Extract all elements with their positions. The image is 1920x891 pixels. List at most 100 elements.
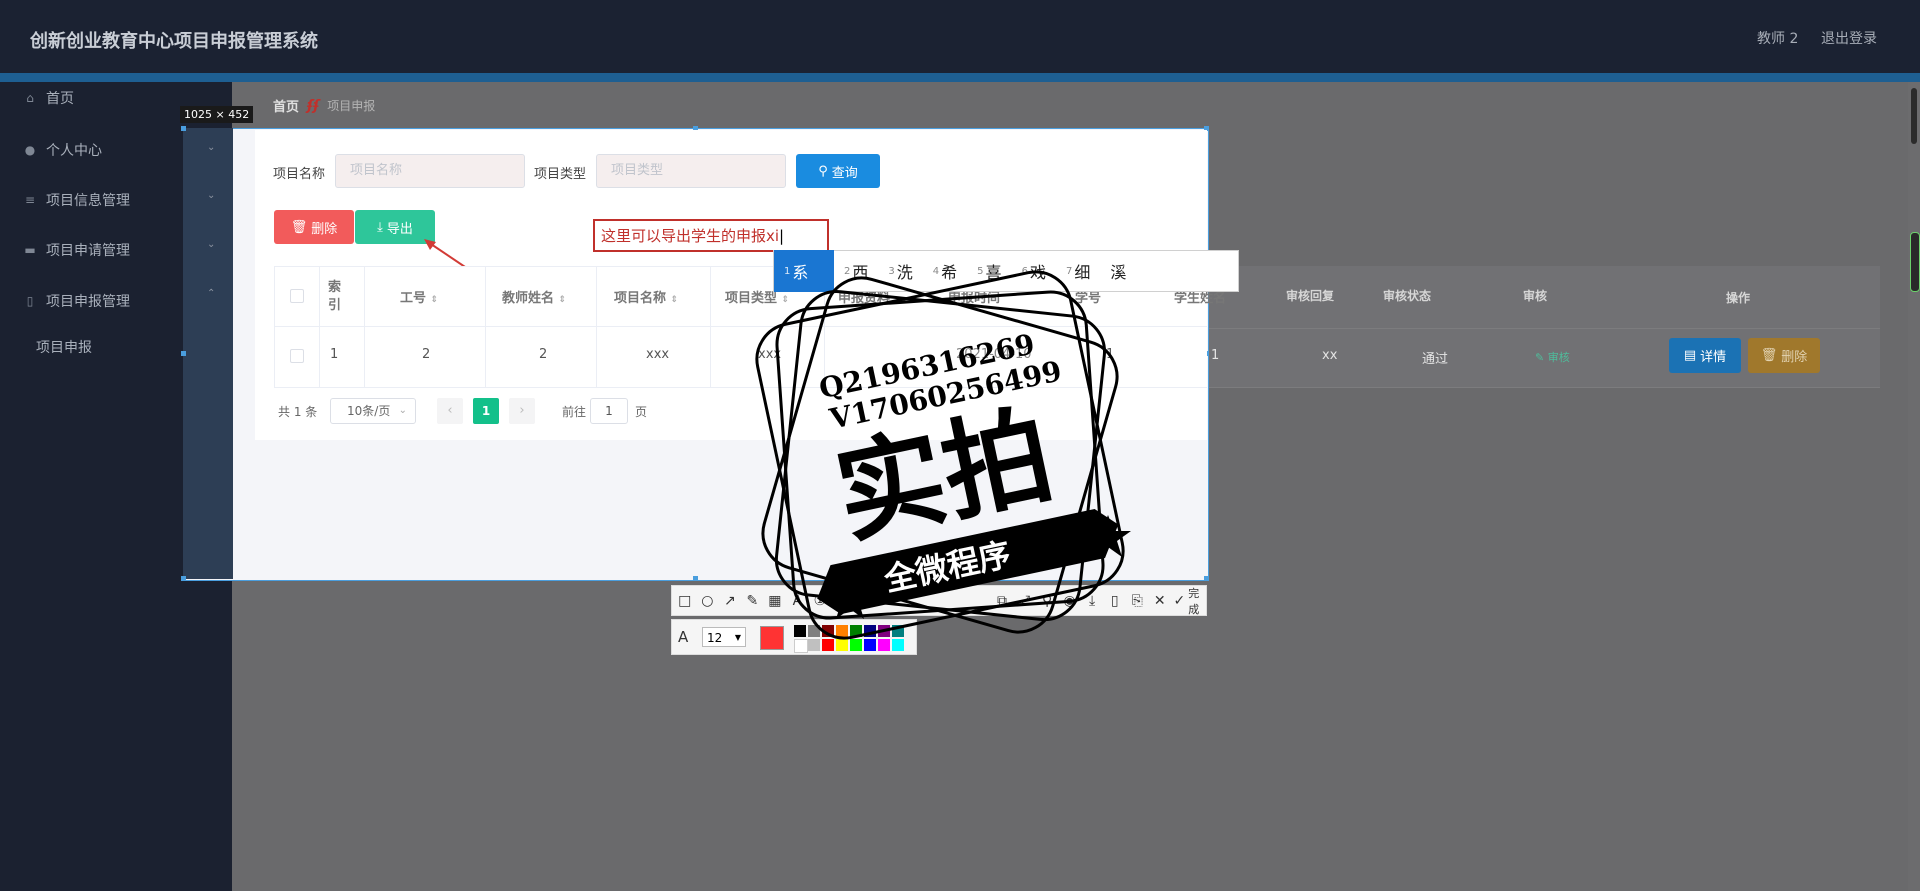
page-size-value: 10条/页: [347, 404, 391, 418]
resize-handle[interactable]: [181, 351, 186, 356]
sidebar-item-project-apply[interactable]: ▬ 项目申请管理: [22, 240, 130, 260]
annotation-textbox[interactable]: 这里可以导出学生的申报xi |: [593, 219, 829, 252]
phone-icon: ▯: [26, 294, 34, 308]
watermark-stamp: Q2196316269 V17060256499 实拍 全微程序: [755, 270, 1131, 640]
page-scrollbar[interactable]: [1908, 82, 1920, 891]
cell-teacher: 2: [539, 347, 548, 362]
trash-icon: 🗑: [1760, 348, 1778, 363]
prev-page-button[interactable]: ‹: [437, 398, 463, 424]
header-review[interactable]: 审核: [1523, 287, 1547, 304]
detail-button-label: 详情: [1700, 350, 1727, 365]
logout-link[interactable]: 退出登录: [1821, 28, 1877, 48]
top-bar-stripe: [0, 73, 1920, 82]
breadcrumb-home[interactable]: 首页: [273, 96, 299, 115]
cell-staff-no: 2: [422, 347, 431, 362]
menu-icon: ≡: [24, 193, 36, 207]
header-teacher-name[interactable]: 教师姓名 ⇕: [502, 287, 566, 306]
delete-button-label: 删除: [311, 221, 338, 237]
rectangle-tool-icon[interactable]: □: [675, 590, 695, 612]
goto-label: 前往: [562, 405, 587, 419]
col-sep: [485, 266, 486, 388]
sort-icon[interactable]: ⇕: [671, 295, 679, 305]
col-sep: [596, 266, 597, 388]
header-index: 索引: [328, 280, 342, 313]
chevron-down-icon[interactable]: ⌄: [207, 142, 215, 153]
sort-icon[interactable]: ⇕: [559, 295, 567, 305]
review-link[interactable]: ✎ 审核: [1535, 349, 1570, 365]
selection-sidebar-strip: ⌄ ⌄ ⌄ ⌃: [183, 128, 233, 579]
project-name-label: 项目名称: [273, 167, 326, 182]
document-icon: ▬: [24, 243, 36, 257]
select-all-checkbox[interactable]: [290, 289, 304, 303]
user-icon: ●: [24, 143, 36, 157]
sort-icon[interactable]: ⇕: [431, 295, 439, 305]
trash-icon: 🗑: [290, 219, 308, 235]
header-review-status[interactable]: 审核状态: [1383, 287, 1431, 304]
sidebar-item-label: 个人中心: [46, 143, 102, 159]
resize-handle[interactable]: [181, 126, 186, 131]
page-size-select[interactable]: 10条/页 ⌄: [330, 398, 416, 424]
row-delete-label: 删除: [1781, 350, 1808, 365]
breadcrumb-current: 项目申报: [327, 99, 376, 113]
chevron-down-icon[interactable]: ⌄: [207, 239, 215, 250]
cell-project: xxx: [646, 347, 670, 362]
sidebar-item-label: 首页: [46, 91, 74, 107]
project-type-label: 项目类型: [534, 167, 587, 182]
row-checkbox[interactable]: [290, 349, 304, 363]
header-review-reply[interactable]: 审核回复: [1286, 287, 1334, 304]
ellipse-tool-icon[interactable]: ○: [698, 590, 718, 612]
next-page-button[interactable]: ›: [509, 398, 535, 424]
detail-button[interactable]: ▤ 详情: [1669, 338, 1741, 373]
cell-review-reply: xx: [1322, 348, 1338, 363]
annotation-text: 这里可以导出学生的申报xi: [601, 227, 780, 245]
breadcrumb: 首页 ʄʄ 项目申报: [273, 96, 376, 116]
cell-review-status: 通过: [1422, 352, 1449, 367]
sidebar-item-home[interactable]: ⌂ 首页: [22, 88, 74, 108]
cell-index: 1: [330, 347, 339, 362]
sidebar-item-label: 项目信息管理: [46, 193, 130, 209]
sidebar-item-label: 项目申报管理: [46, 294, 130, 310]
goto-page-input[interactable]: 1: [590, 398, 628, 424]
export-button-label: 导出: [386, 221, 413, 237]
chevron-down-icon[interactable]: ⌄: [207, 190, 215, 201]
resize-handle[interactable]: [1204, 576, 1209, 581]
search-icon: ⚲: [818, 163, 828, 179]
resize-handle[interactable]: [181, 576, 186, 581]
sidebar-subitem-label: 项目申报: [36, 340, 92, 356]
arrow-tool-icon[interactable]: ↗: [720, 590, 740, 612]
sidebar-item-project-declare[interactable]: ▯ 项目申报管理: [22, 291, 130, 311]
sidebar-item-project-info[interactable]: ≡ 项目信息管理: [22, 190, 130, 210]
col-sep: [319, 266, 320, 388]
project-type-input[interactable]: 项目类型: [596, 154, 786, 188]
app-title: 创新创业教育中心项目申报管理系统: [30, 31, 318, 52]
project-name-input[interactable]: 项目名称: [335, 154, 525, 188]
delete-button[interactable]: 🗑 删除: [274, 210, 354, 244]
sidebar-item-label: 项目申请管理: [46, 243, 130, 259]
resize-handle[interactable]: [693, 576, 698, 581]
user-name[interactable]: 教师 2: [1757, 28, 1798, 48]
sidebar-item-profile[interactable]: ● 个人中心: [22, 140, 102, 160]
cell-student-name: 1: [1211, 348, 1220, 363]
home-icon: ⌂: [26, 91, 34, 105]
font-icon: A: [678, 628, 689, 646]
font-size-value: 12: [707, 631, 723, 645]
sidebar-subitem-declare[interactable]: 项目申报: [36, 337, 92, 357]
header-staff-no[interactable]: 工号 ⇕: [400, 287, 438, 306]
row-delete-button[interactable]: 🗑 删除: [1748, 338, 1820, 373]
header-actions: 操作: [1726, 291, 1751, 305]
review-link-label: 审核: [1547, 351, 1570, 364]
page-1-button[interactable]: 1: [473, 398, 499, 424]
chevron-up-icon[interactable]: ⌃: [207, 288, 215, 299]
flag-logo-icon: ʄʄ: [307, 97, 320, 114]
header-label: 工号: [400, 291, 427, 306]
header-label: 教师姓名: [502, 291, 555, 306]
pagination-total: 共 1 条: [278, 405, 318, 419]
window-scroll-thumb[interactable]: [1910, 232, 1920, 292]
col-sep: [710, 266, 711, 388]
detail-icon: ▤: [1683, 348, 1697, 363]
header-label: 项目名称: [614, 291, 667, 306]
header-project-name[interactable]: 项目名称 ⇕: [614, 287, 678, 306]
query-button[interactable]: ⚲ 查询: [796, 154, 880, 188]
col-sep: [364, 266, 365, 388]
page-suffix: 页: [635, 405, 648, 419]
